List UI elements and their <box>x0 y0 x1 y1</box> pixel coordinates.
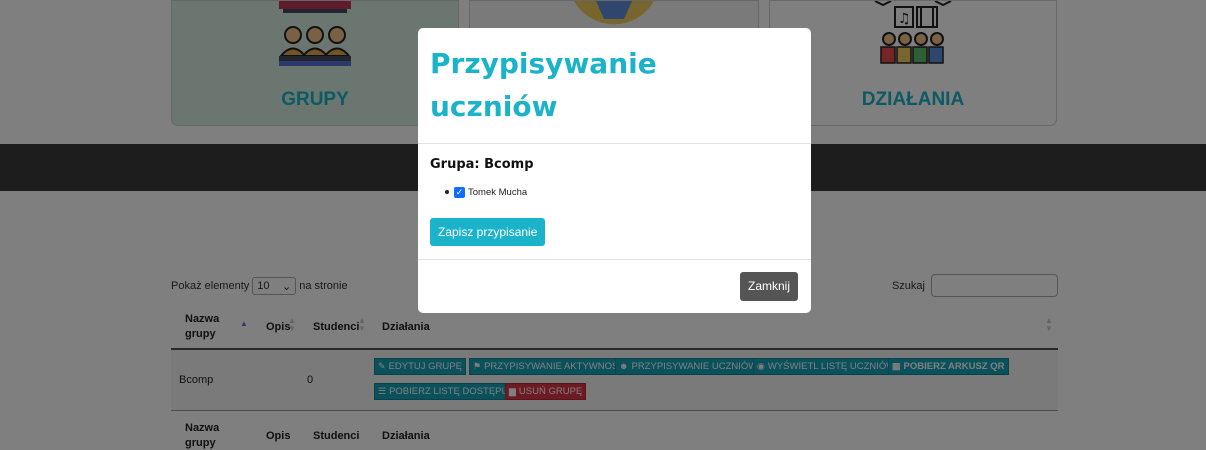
modal-header: Przypisywanie uczniów <box>418 28 811 144</box>
student-name: Tomek Mucha <box>468 187 528 198</box>
modal-title: Przypisywanie uczniów <box>430 47 657 123</box>
close-button[interactable]: Zamknij <box>739 272 798 301</box>
save-assignment-button[interactable]: Zapisz przypisanie <box>430 218 546 246</box>
bullet-icon <box>445 190 449 194</box>
student-list-item: ✓ Tomek Mucha <box>445 187 528 198</box>
checkmark-icon: ✓ <box>455 187 464 197</box>
modal-body: Grupa: Bcomp ✓ Tomek Mucha Zapisz przypi… <box>418 145 811 259</box>
student-checkbox[interactable]: ✓ <box>454 187 465 198</box>
group-label: Grupa: Bcomp <box>430 157 534 172</box>
modal-footer: Zamknij <box>418 259 811 313</box>
assign-students-modal: Przypisywanie uczniów Grupa: Bcomp ✓ Tom… <box>418 28 811 313</box>
